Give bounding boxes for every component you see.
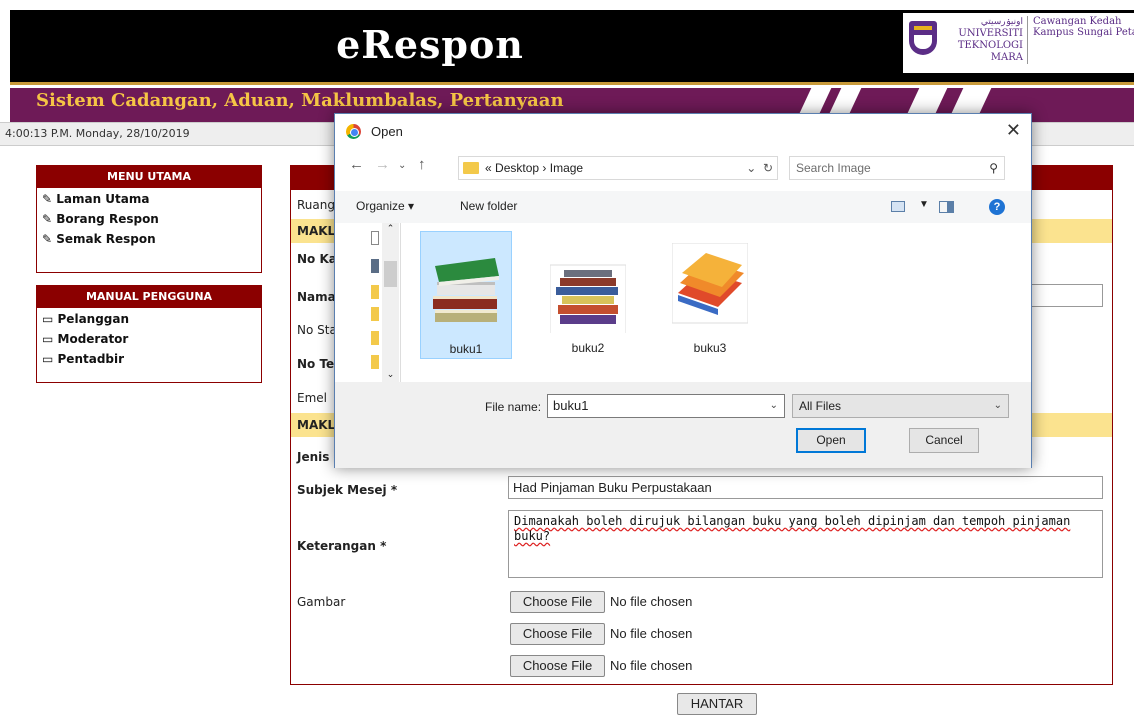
uitm-shield-icon <box>909 21 937 55</box>
file-list: buku1 buku2 buku3 <box>402 223 1032 382</box>
manual-item-pentadbir[interactable]: ▭ Pentadbir <box>37 348 261 368</box>
dialog-toolbar: Organize ▾ New folder ▼ ? <box>335 191 1031 223</box>
book-stack-thumbnail <box>433 258 499 322</box>
menu-item-borang-respon[interactable]: ✎ Borang Respon <box>37 208 261 228</box>
file-name-buku3: buku3 <box>693 341 727 355</box>
file-status-2: No file chosen <box>610 626 693 641</box>
app-header: eRespon اونيۏرسيتي UNIVERSITI TEKNOLOGI … <box>10 10 1134 85</box>
hantar-button[interactable]: HANTAR <box>677 693 757 715</box>
navigation-bar: ← → ⌄ ↑ « Desktop › Image ⌄ ↻ Search Ima… <box>335 154 1031 182</box>
view-options-icon[interactable] <box>891 201 905 212</box>
subjek-label: Subjek Mesej * <box>297 483 398 497</box>
close-icon[interactable]: ✕ <box>1006 120 1021 141</box>
file-name-buku1: buku1 <box>449 342 483 356</box>
back-arrow-icon[interactable]: ← <box>349 156 364 173</box>
menu-utama-title: MENU UTAMA <box>37 166 261 188</box>
up-arrow-icon[interactable]: ↑ <box>418 156 426 173</box>
campus-line-1: Cawangan Kedah <box>1033 16 1122 27</box>
book-stack-thumbnail <box>672 243 748 324</box>
new-folder-button[interactable]: New folder <box>460 199 517 213</box>
chrome-icon <box>346 124 361 139</box>
gambar-label: Gambar <box>297 595 346 609</box>
breadcrumb-desktop[interactable]: Desktop <box>495 161 539 175</box>
breadcrumb-image[interactable]: Image <box>550 161 583 175</box>
no-tel-label: No Te <box>297 357 335 371</box>
logo-line-1: UNIVERSITI <box>958 28 1023 39</box>
uitm-logo: اونيۏرسيتي UNIVERSITI TEKNOLOGI MARA Caw… <box>903 13 1134 73</box>
file-type-select[interactable]: All Files ⌄ <box>792 394 1009 418</box>
manual-item-pelanggan[interactable]: ▭ Pelanggan <box>37 308 261 328</box>
menu-item-semak-respon[interactable]: ✎ Semak Respon <box>37 228 261 248</box>
dialog-title: Open <box>371 124 403 139</box>
manual-pengguna: MANUAL PENGGUNA ▭ Pelanggan ▭ Moderator … <box>36 285 262 383</box>
recent-chevron-down-icon[interactable]: ⌄ <box>398 160 406 171</box>
choose-file-button-3[interactable]: Choose File <box>510 655 605 677</box>
manual-item-moderator[interactable]: ▭ Moderator <box>37 328 261 348</box>
search-icon: ⚲ <box>989 161 998 175</box>
campus-line-2: Kampus Sungai Petani <box>1033 27 1134 38</box>
navigation-pane: ⌃ ⌄ <box>335 223 401 382</box>
no-kad-label: No Ka <box>297 252 337 266</box>
menu-item-laman-utama[interactable]: ✎ Laman Utama <box>37 188 261 208</box>
choose-file-button-1[interactable]: Choose File <box>510 591 605 613</box>
ruang-label: Ruang <box>297 198 335 212</box>
folder-icon[interactable] <box>371 307 379 321</box>
nav-scrollbar[interactable]: ⌃ ⌄ <box>382 223 399 382</box>
chevron-down-icon[interactable]: ⌄ <box>382 369 399 380</box>
drive-icon[interactable] <box>371 259 379 273</box>
forward-arrow-icon[interactable]: → <box>375 156 390 173</box>
nama-label: Nama <box>297 290 336 304</box>
open-file-dialog: Open ✕ ← → ⌄ ↑ « Desktop › Image ⌄ ↻ Sea… <box>334 113 1032 468</box>
app-title: eRespon <box>336 22 524 67</box>
scroll-thumb[interactable] <box>384 261 397 287</box>
choose-file-button-2[interactable]: Choose File <box>510 623 605 645</box>
dialog-footer: File name: buku1 ⌄ All Files ⌄ Open Canc… <box>335 382 1031 468</box>
book-stack-thumbnail <box>550 264 626 333</box>
file-tile-buku1[interactable]: buku1 <box>420 231 512 359</box>
organize-button[interactable]: Organize ▾ <box>356 199 414 213</box>
chevron-up-icon[interactable]: ⌃ <box>382 223 399 234</box>
file-name-input[interactable]: buku1 ⌄ <box>547 394 785 418</box>
refresh-icon[interactable]: ↻ <box>763 161 773 175</box>
jenis-label: Jenis <box>297 450 330 464</box>
chevron-down-icon[interactable]: ▼ <box>919 199 929 210</box>
logo-line-3: MARA <box>990 52 1023 63</box>
no-staf-label: No Sta <box>297 323 337 337</box>
file-name-label: File name: <box>485 400 542 414</box>
cancel-button[interactable]: Cancel <box>909 428 979 453</box>
dialog-titlebar[interactable]: Open ✕ <box>335 114 1031 150</box>
subjek-input[interactable]: Had Pinjaman Buku Perpustakaan <box>508 476 1103 499</box>
folder-icon[interactable] <box>371 355 379 369</box>
open-button[interactable]: Open <box>796 428 866 453</box>
folder-icon[interactable] <box>371 285 379 299</box>
chevron-down-icon: ⌄ <box>993 400 1002 411</box>
file-tile-buku2[interactable]: buku2 <box>542 231 634 359</box>
file-name-buku2: buku2 <box>571 341 605 355</box>
menu-utama: MENU UTAMA ✎ Laman Utama ✎ Borang Respon… <box>36 165 262 273</box>
manual-pengguna-title: MANUAL PENGGUNA <box>37 286 261 308</box>
chevron-down-icon[interactable]: ⌄ <box>770 395 778 417</box>
document-icon[interactable] <box>371 231 379 245</box>
file-tile-buku3[interactable]: buku3 <box>664 231 756 359</box>
datetime-display: 4:00:13 P.M. Monday, 28/10/2019 <box>5 127 190 140</box>
preview-pane-icon[interactable] <box>939 201 954 213</box>
folder-icon <box>463 162 479 174</box>
help-icon[interactable]: ? <box>989 199 1005 215</box>
folder-icon[interactable] <box>371 331 379 345</box>
search-input[interactable]: Search Image ⚲ <box>789 156 1005 180</box>
keterangan-textarea[interactable]: Dimanakah boleh dirujuk bilangan buku ya… <box>508 510 1103 578</box>
keterangan-label: Keterangan * <box>297 539 387 553</box>
banner-title: Sistem Cadangan, Aduan, Maklumbalas, Per… <box>36 90 564 111</box>
file-status-3: No file chosen <box>610 658 693 673</box>
file-status-1: No file chosen <box>610 594 693 609</box>
logo-line-2: TEKNOLOGI <box>957 40 1023 51</box>
emel-label: Emel <box>297 391 327 405</box>
chevron-down-icon[interactable]: ⌄ <box>746 161 756 175</box>
address-bar[interactable]: « Desktop › Image ⌄ ↻ <box>458 156 778 180</box>
